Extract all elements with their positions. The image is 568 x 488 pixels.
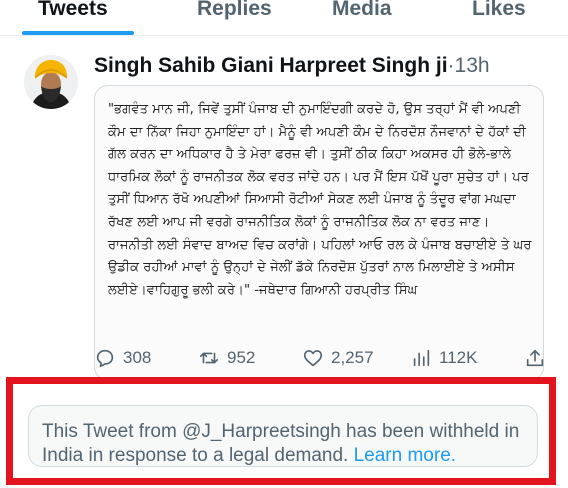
author-name[interactable]: Singh Sahib Giani Harpreet Singh ji: [94, 54, 448, 77]
retweet-button[interactable]: 952: [198, 343, 255, 373]
tab-tweets[interactable]: Tweets: [38, 0, 108, 21]
tab-media[interactable]: Media: [332, 0, 392, 21]
views-icon: [413, 349, 430, 367]
tweet-actions: 308 952 2,257 112K: [94, 343, 554, 373]
reply-icon: [96, 349, 114, 368]
tab-likes[interactable]: Likes: [472, 0, 526, 21]
heart-icon: [303, 350, 323, 367]
tab-replies[interactable]: Replies: [197, 0, 272, 21]
withheld-notice: This Tweet from @J_Harpreetsingh has bee…: [28, 405, 538, 467]
retweet-icon: [199, 352, 219, 364]
share-icon: [526, 349, 544, 367]
like-button[interactable]: 2,257: [302, 343, 374, 373]
active-tab-indicator: [22, 31, 134, 35]
avatar-image: [24, 55, 78, 109]
like-count: 2,257: [331, 348, 374, 367]
share-button[interactable]: [524, 343, 546, 373]
retweet-count: 952: [227, 348, 256, 367]
learn-more-link[interactable]: Learn more.: [354, 445, 456, 466]
header-separator: ·: [447, 54, 455, 77]
tweet-timestamp[interactable]: 13h: [455, 54, 490, 77]
views-button[interactable]: 112K: [410, 343, 477, 373]
profile-tabs: Tweets Replies Media Likes: [0, 0, 568, 36]
highlight-frame: This Tweet from @J_Harpreetsingh has bee…: [6, 377, 556, 485]
tweet-header: Singh Sahib Giani Harpreet Singh ji·13h: [94, 54, 490, 78]
reply-button[interactable]: 308: [94, 343, 151, 373]
tweet-image-text: "ਭਗਵੰਤ ਮਾਨ ਜੀ, ਜਿਵੇਂ ਤੁਸੀਂ ਪੰਜਾਬ ਦੀ ਨੁਮਾ…: [108, 102, 532, 298]
tweet-image[interactable]: "ਭਗਵੰਤ ਮਾਨ ਜੀ, ਜਿਵੇਂ ਤੁਸੀਂ ਪੰਜਾਬ ਦੀ ਨੁਮਾ…: [94, 85, 544, 381]
avatar[interactable]: [24, 55, 78, 109]
reply-count: 308: [123, 348, 152, 367]
views-count: 112K: [439, 348, 478, 367]
